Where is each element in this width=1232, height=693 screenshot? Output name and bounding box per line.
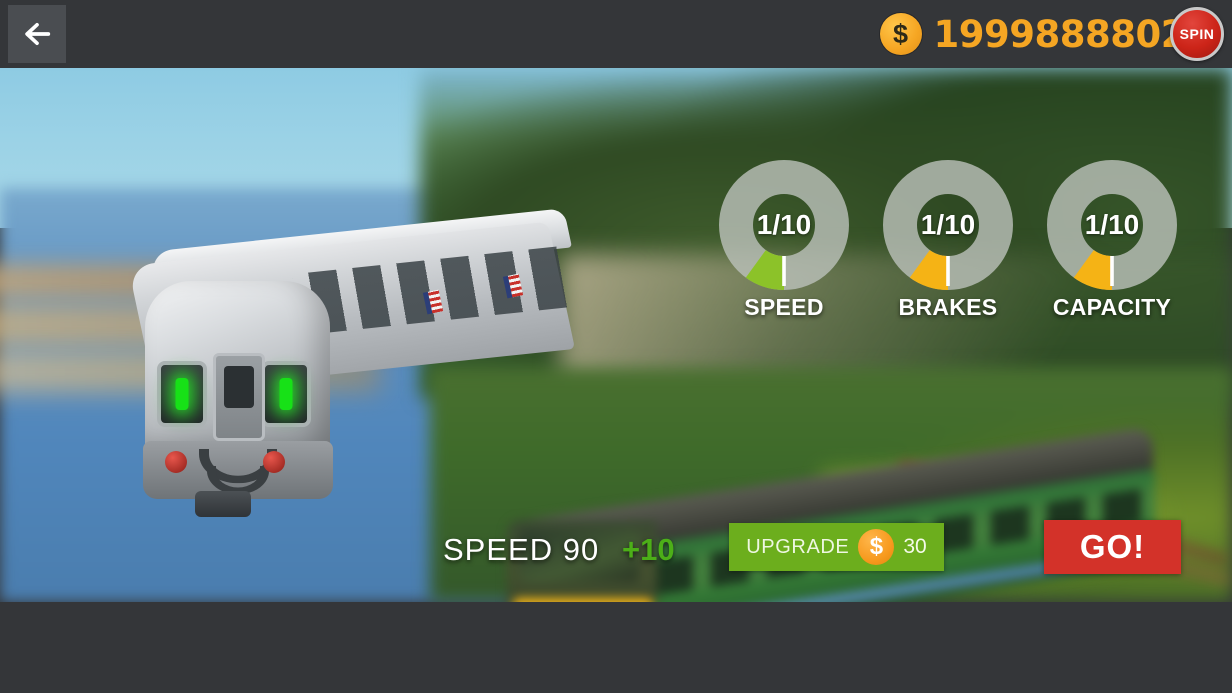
headlight-green — [279, 378, 293, 410]
go-button[interactable]: GO! — [1044, 520, 1181, 574]
coin-icon: $ — [858, 529, 895, 565]
gauge-ring: 1/10 — [1047, 160, 1177, 290]
back-button[interactable] — [8, 5, 66, 63]
gauge-label: CAPACITY — [1052, 294, 1172, 320]
gauge-ring: 1/10 — [883, 160, 1013, 290]
headlight-green — [175, 378, 189, 410]
game-screen: $ 1999888802 SPIN 1/10 SPEED 1/10 BRAKES… — [0, 0, 1232, 693]
player-train-preview — [95, 193, 615, 523]
back-arrow-icon — [25, 22, 51, 46]
speed-stat-text: SPEED 90 — [443, 532, 600, 567]
gauge-value: 1/10 — [1084, 209, 1140, 240]
gauge-value: 1/10 — [756, 209, 812, 240]
coin-amount: 1999888802 — [933, 12, 1187, 56]
upgrade-button-label: UPGRADE — [746, 535, 850, 558]
top-bar: $ 1999888802 SPIN — [0, 0, 1232, 68]
gauge-ring: 1/10 — [719, 160, 849, 290]
gauge-capacity[interactable]: 1/10 CAPACITY — [1028, 160, 1196, 321]
speed-delta-text: +10 — [622, 532, 675, 567]
bottom-letterbox — [0, 602, 1232, 693]
gauge-speed[interactable]: 1/10 SPEED — [700, 160, 868, 321]
game-stage: 1/10 SPEED 1/10 BRAKES 1/10 CAPACITY SPE… — [0, 68, 1232, 602]
gauge-value: 1/10 — [920, 209, 976, 240]
coin-icon: $ — [879, 13, 922, 55]
upgrade-price: 30 — [903, 535, 927, 558]
spin-button[interactable]: SPIN — [1170, 7, 1224, 61]
gauge-label: BRAKES — [898, 294, 998, 320]
action-bar: SPEED 90 +10 UPGRADE $ 30 GO! — [0, 518, 1232, 602]
currency-display: $ 1999888802 SPIN — [879, 0, 1224, 68]
gauge-label: SPEED — [744, 294, 824, 320]
gauge-brakes[interactable]: 1/10 BRAKES — [864, 160, 1032, 321]
upgrade-button[interactable]: UPGRADE $ 30 — [729, 523, 944, 571]
stat-gauges: 1/10 SPEED 1/10 BRAKES 1/10 CAPACITY — [700, 160, 1200, 345]
